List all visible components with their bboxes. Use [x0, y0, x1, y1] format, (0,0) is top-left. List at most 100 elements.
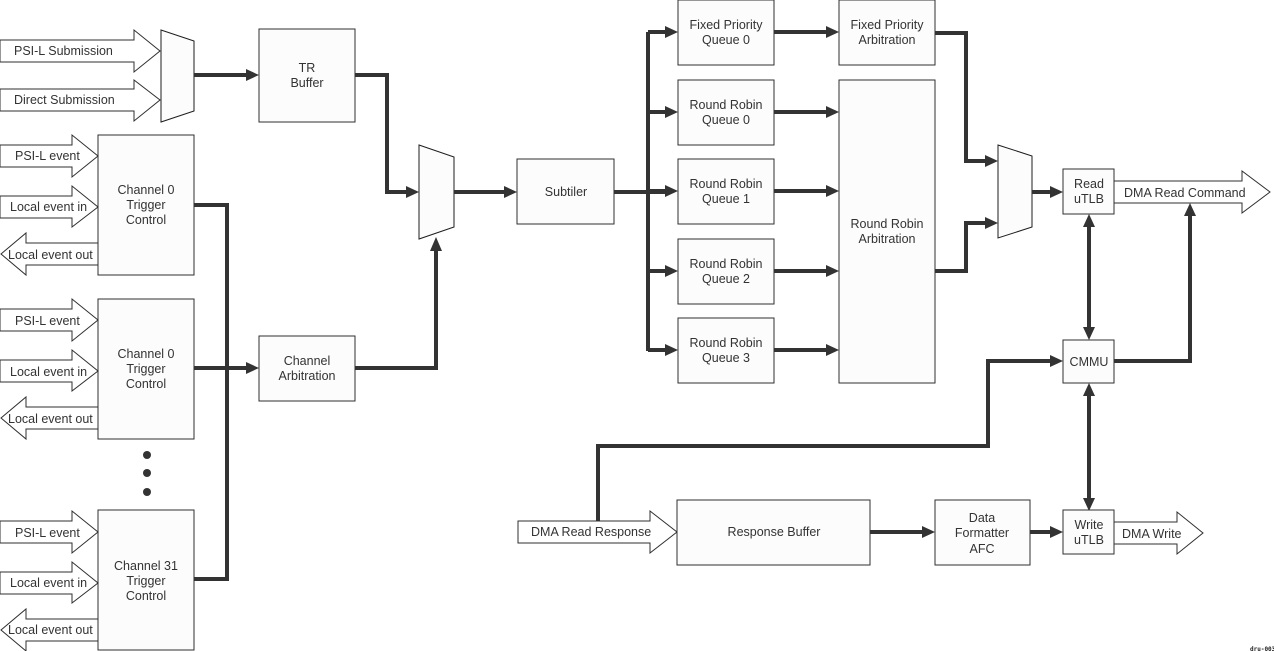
response-buffer-label: Response Buffer [728, 525, 821, 539]
arrowhead [665, 185, 678, 197]
cmmu-block: CMMU [1062, 339, 1115, 384]
wire-rr-arbitration-to-final-mux [935, 221, 987, 273]
channel-0-trigger-control-b: Channel 0 Trigger Control [97, 298, 195, 440]
arrowhead [246, 362, 259, 374]
queue-label-line1: Round Robin [690, 257, 763, 271]
arrowhead [665, 265, 678, 277]
arrowhead [826, 26, 839, 38]
round-robin-arbitration-line1: Round Robin [851, 217, 924, 231]
fixed-priority-arbitration-block: Fixed Priority Arbitration [838, 0, 936, 66]
round-robin-queue-0-block: Round RobinQueue 0 [677, 79, 775, 146]
queue-label-line2: Queue 0 [702, 113, 750, 127]
arrowhead [246, 69, 259, 81]
subtiler-block: Subtiler [516, 158, 615, 225]
submission-mux [160, 29, 195, 123]
direct-submission-label: Direct Submission [14, 93, 115, 107]
local-event-out-arrow: Local event out [0, 607, 99, 651]
channel-title-line1: Channel 0 [118, 183, 175, 197]
channel-title-line1: Channel 0 [118, 347, 175, 361]
dma-read-command-arrow: DMA Read Command [1113, 170, 1271, 214]
data-formatter-block: Data Formatter AFC [934, 499, 1031, 566]
direct-submission-arrow: Direct Submission [0, 78, 161, 123]
wire-cmmu-to-dma-read-command [1114, 214, 1192, 363]
queue-feed-wires [648, 26, 678, 356]
channel-arbitration-block: Channel Arbitration [258, 335, 356, 402]
channel-title-line2: Trigger [126, 574, 165, 588]
read-utlb-line1: Read [1074, 177, 1104, 191]
psil-event-arrow: PSI-L event [0, 509, 99, 555]
read-utlb-block: Read uTLB [1062, 168, 1115, 215]
channel-title-line3: Control [126, 589, 166, 603]
round-robin-arbitration-block: Round Robin Arbitration [838, 79, 936, 384]
ellipsis-dot [143, 488, 151, 496]
psil-submission-arrow: PSI-L Submission [0, 28, 161, 74]
write-utlb-block: Write uTLB [1062, 509, 1115, 555]
arrowhead [985, 217, 998, 229]
write-utlb-line2: uTLB [1074, 533, 1104, 547]
queue-label-line1: Round Robin [690, 177, 763, 191]
local-event-out-label: Local event out [8, 412, 93, 426]
arrowhead [826, 344, 839, 356]
local-event-in-label: Local event in [10, 200, 87, 214]
main-mux [418, 144, 455, 240]
queue-label-line2: Queue 1 [702, 192, 750, 206]
dma-write-label: DMA Write [1122, 527, 1182, 541]
wire-fixed-arbitration-to-final-mux [935, 31, 987, 163]
local-event-in-label: Local event in [10, 365, 87, 379]
channel-title-line2: Trigger [126, 362, 165, 376]
arrowhead [406, 186, 419, 198]
fixed-priority-queue-0-block: Fixed PriorityQueue 0 [677, 0, 775, 66]
arrowhead [985, 155, 998, 167]
round-robin-arbitration-line2: Arbitration [859, 232, 916, 246]
dma-block-diagram: PSI-L Submission Direct Submission TR Bu… [0, 0, 1274, 651]
arrowhead [1083, 327, 1095, 340]
round-robin-queue-1-block: Round RobinQueue 1 [677, 158, 775, 225]
queue-label-line2: Queue 0 [702, 33, 750, 47]
local-event-in-arrow: Local event in [0, 560, 99, 605]
arrowhead [1050, 355, 1063, 367]
channel-31-trigger-control: Channel 31 Trigger Control [97, 509, 195, 651]
channel-title-line3: Control [126, 377, 166, 391]
psil-event-arrow: PSI-L event [0, 297, 99, 343]
queue-group: Fixed PriorityQueue 0Round RobinQueue 0R… [677, 0, 775, 384]
channel-0-trigger-control-a: Channel 0 Trigger Control [97, 134, 195, 276]
local-event-out-arrow: Local event out [0, 231, 99, 277]
arrowhead [826, 106, 839, 118]
psil-event-label: PSI-L event [15, 314, 80, 328]
arrowhead [826, 185, 839, 197]
queue-label-line1: Round Robin [690, 98, 763, 112]
queue-label-line1: Fixed Priority [690, 18, 764, 32]
wire-tr-buffer-to-main-mux [355, 73, 408, 194]
arrowhead [922, 526, 935, 538]
dma-read-command-label: DMA Read Command [1124, 186, 1246, 200]
round-robin-queue-3-block: Round RobinQueue 3 [677, 317, 775, 384]
channel-arbitration-line2: Arbitration [279, 369, 336, 383]
subtiler-label: Subtiler [545, 185, 587, 199]
local-event-in-arrow: Local event in [0, 348, 99, 393]
cmmu-label: CMMU [1070, 355, 1109, 369]
data-formatter-line3: AFC [970, 542, 995, 556]
round-robin-queue-2-block: Round RobinQueue 2 [677, 238, 775, 305]
arrowhead [1050, 186, 1063, 198]
ellipsis-dot [143, 451, 151, 459]
dma-read-response-label: DMA Read Response [531, 525, 651, 539]
channel-title-line2: Trigger [126, 198, 165, 212]
arrowhead [430, 237, 442, 251]
local-event-out-label: Local event out [8, 623, 93, 637]
local-event-out-label: Local event out [8, 248, 93, 262]
wire-channel-bus [194, 203, 229, 581]
tr-buffer-block: TR Buffer [258, 28, 356, 123]
arrowhead [665, 106, 678, 118]
arrowhead [1083, 498, 1095, 511]
arrowhead [1083, 214, 1095, 227]
channel-arbitration-line1: Channel [284, 354, 331, 368]
local-event-in-arrow: Local event in [0, 184, 99, 229]
arrowhead [826, 265, 839, 277]
arrowhead [1184, 203, 1196, 216]
arrowhead [665, 26, 678, 38]
psil-submission-label: PSI-L Submission [14, 44, 113, 58]
figure-tag: dru-003 [1250, 646, 1274, 651]
output-mux [997, 144, 1033, 239]
data-formatter-line2: Formatter [955, 526, 1009, 540]
tr-buffer-label-line1: TR [299, 61, 316, 75]
